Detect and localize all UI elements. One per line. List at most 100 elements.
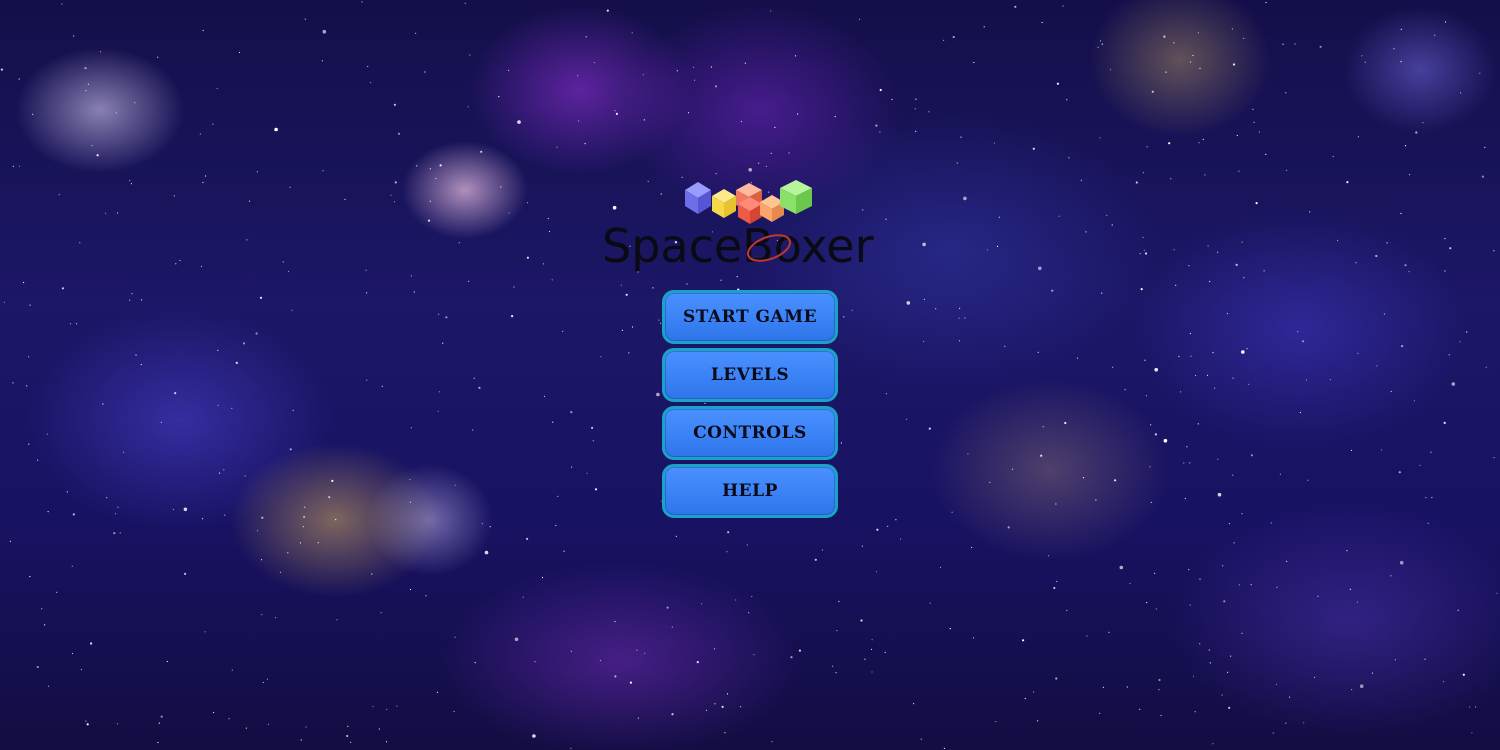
star <box>1189 462 1191 464</box>
star <box>705 709 708 712</box>
star <box>1199 643 1201 645</box>
star <box>130 183 132 185</box>
star <box>129 299 131 301</box>
star <box>620 284 623 286</box>
star <box>1236 134 1238 137</box>
star <box>1457 609 1459 611</box>
star <box>1004 345 1006 347</box>
star <box>1212 352 1214 354</box>
star <box>1243 37 1245 40</box>
star <box>1496 592 1498 594</box>
controls-button[interactable]: CONTROLS <box>662 406 838 460</box>
star <box>788 152 790 154</box>
star <box>1038 266 1042 271</box>
star <box>1014 5 1017 8</box>
star <box>1111 224 1113 226</box>
star <box>1076 357 1079 359</box>
star <box>231 407 233 409</box>
star <box>1481 175 1484 178</box>
star <box>23 281 25 284</box>
start-game-button[interactable]: START GAME <box>662 290 838 344</box>
star <box>41 608 43 610</box>
star <box>967 453 969 455</box>
star <box>906 418 908 420</box>
star <box>1400 212 1402 215</box>
star <box>1275 683 1277 686</box>
star <box>1246 348 1248 350</box>
star <box>1466 331 1468 333</box>
star <box>28 356 30 358</box>
star <box>1319 45 1322 48</box>
star <box>1471 732 1473 734</box>
star <box>964 317 966 319</box>
star <box>1144 252 1148 255</box>
star <box>1337 239 1339 242</box>
star <box>914 108 916 110</box>
levels-button[interactable]: LEVELS <box>662 348 838 402</box>
star <box>105 212 107 214</box>
star <box>1309 211 1311 213</box>
star <box>262 681 264 684</box>
star <box>259 296 263 299</box>
help-button[interactable]: HELP <box>662 464 838 518</box>
star <box>551 279 553 281</box>
star <box>628 352 630 354</box>
star <box>1154 572 1156 575</box>
star <box>958 317 960 319</box>
star <box>235 361 238 364</box>
star <box>1285 92 1287 94</box>
star <box>361 1 363 3</box>
star <box>396 705 398 707</box>
star <box>1371 672 1374 674</box>
star <box>292 409 294 411</box>
star <box>117 212 119 214</box>
star <box>1192 54 1194 57</box>
star <box>46 433 48 435</box>
star <box>287 552 289 554</box>
star <box>1232 377 1234 379</box>
star <box>1493 250 1495 252</box>
star <box>47 685 50 687</box>
star <box>1361 55 1363 57</box>
star <box>415 32 417 34</box>
star <box>1173 249 1175 251</box>
star <box>1346 181 1349 184</box>
star <box>949 628 951 630</box>
star <box>71 652 74 655</box>
star <box>860 619 863 622</box>
star <box>18 78 20 80</box>
star <box>472 429 474 431</box>
star <box>644 652 646 654</box>
star <box>1479 72 1481 74</box>
star <box>715 173 717 175</box>
star <box>1265 153 1267 155</box>
star <box>959 307 961 309</box>
star <box>1485 366 1487 368</box>
star <box>282 261 284 263</box>
star <box>1230 655 1232 657</box>
star <box>498 96 500 98</box>
star <box>586 472 588 474</box>
star <box>1033 691 1035 693</box>
star <box>513 286 515 288</box>
star <box>1451 382 1456 386</box>
star <box>1042 426 1044 428</box>
star <box>1404 264 1407 267</box>
star <box>1068 157 1070 159</box>
star <box>1484 146 1486 148</box>
star <box>367 65 369 68</box>
star <box>614 620 616 623</box>
star <box>1350 449 1353 451</box>
star <box>44 624 46 626</box>
star <box>591 426 594 429</box>
star <box>372 705 374 708</box>
star <box>1011 468 1014 470</box>
star <box>913 703 915 705</box>
star <box>1168 142 1171 145</box>
star <box>1276 586 1278 589</box>
star <box>995 721 997 723</box>
star <box>1297 331 1299 333</box>
star <box>1393 48 1395 50</box>
star <box>256 171 258 173</box>
star <box>887 525 889 527</box>
